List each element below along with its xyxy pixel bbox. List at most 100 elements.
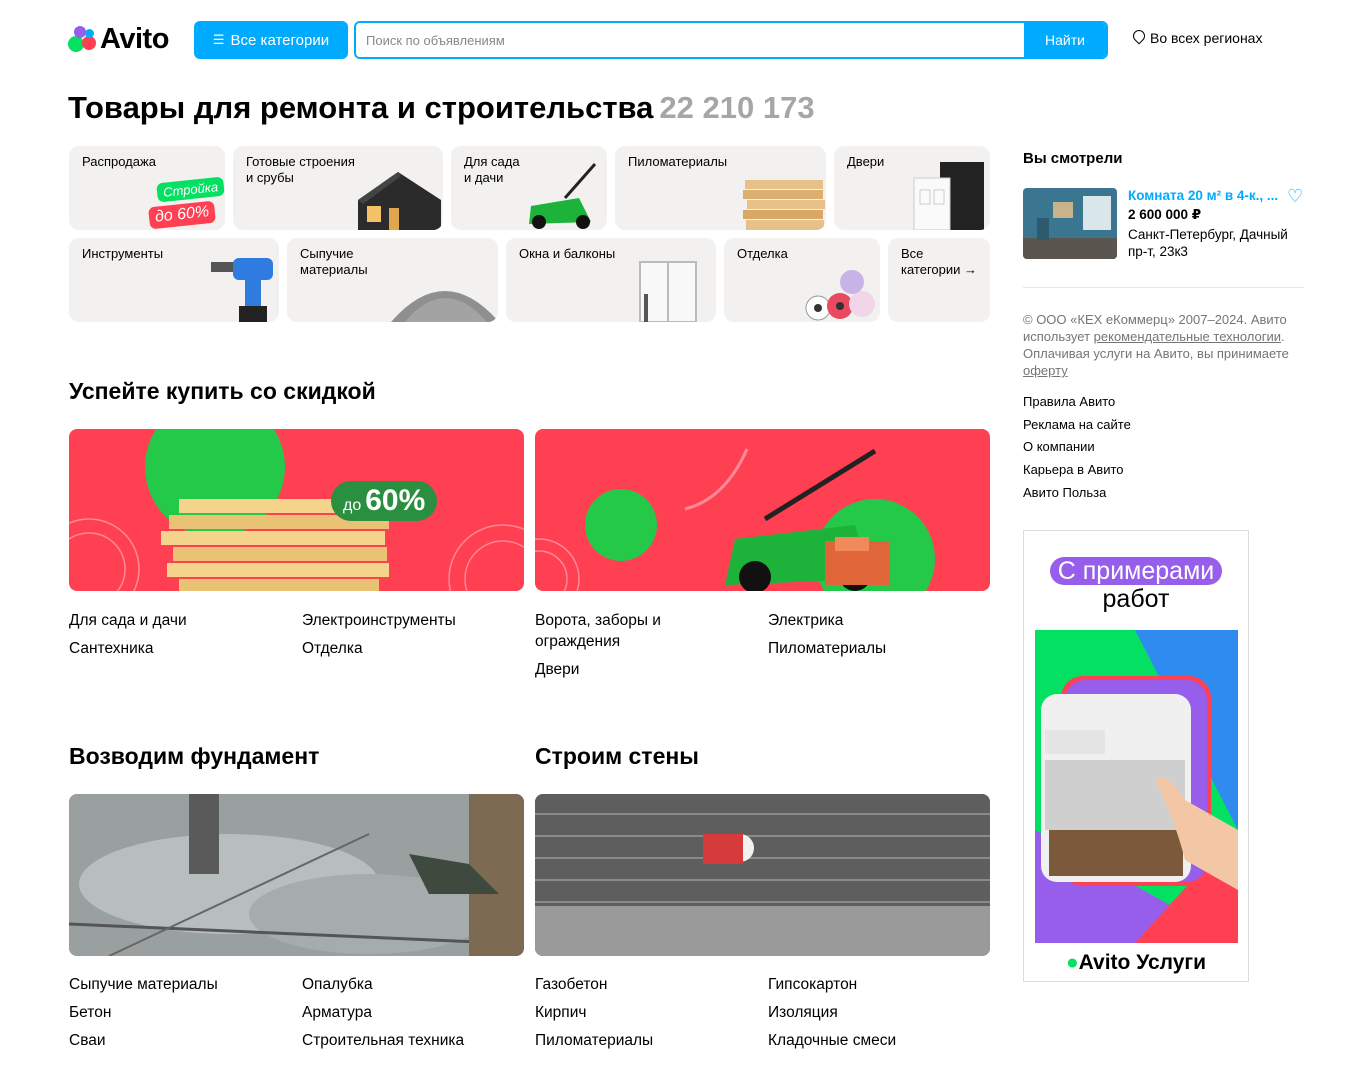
category-link[interactable]: Отделка (302, 638, 522, 659)
footer-link[interactable]: О компании (1023, 436, 1131, 459)
tile-label: Сыпучие материалы (300, 246, 368, 277)
wallpaper-rolls-icon (805, 270, 875, 321)
tile-lumber[interactable]: Пиломатериалы (615, 146, 826, 230)
offer-link[interactable]: оферту (1023, 363, 1068, 378)
sale-left-col2: Электроинструменты Отделка (302, 610, 522, 666)
legal-text: © ООО «КЕХ еКоммерц» 2007–2024. Авито ис… (1023, 311, 1313, 379)
lawnmower-icon (529, 163, 597, 229)
tile-label: Распродажа (82, 154, 156, 169)
all-categories-label: Все категории (230, 31, 330, 49)
ad-headline: С примерами работ (1024, 557, 1248, 613)
listing-count: 22 210 173 (659, 90, 815, 125)
category-link[interactable]: Ворота, заборы и ограждения (535, 610, 745, 652)
foundation-title: Возводим фундамент (69, 743, 320, 769)
category-link[interactable]: Сыпучие материалы (69, 974, 289, 995)
tile-tools[interactable]: Инструменты (69, 238, 279, 322)
tile-doors[interactable]: Двери (834, 146, 990, 230)
category-link[interactable]: Опалубка (302, 974, 522, 995)
category-link[interactable]: Двери (535, 659, 745, 680)
garden-banner-art (535, 448, 935, 591)
sale-badge-green: Стройка (156, 176, 225, 203)
copyright: © ООО «КЕХ еКоммерц» 2007–2024. (1023, 312, 1248, 327)
brick-wall-art (535, 794, 990, 956)
gravel-icon (391, 291, 498, 322)
drill-icon (211, 258, 273, 322)
menu-search-icon: ☰ (212, 32, 225, 47)
search-input[interactable] (356, 23, 1024, 57)
favorite-heart-icon[interactable]: ♡ (1287, 186, 1303, 207)
search-bar: Найти (354, 21, 1108, 59)
walls-photo[interactable] (535, 794, 990, 956)
foundation-col2: Опалубка Арматура Строительная техника (302, 974, 522, 1058)
tile-garden[interactable]: Для сада и дачи (451, 146, 607, 230)
sale-section-title: Успейте купить со скидкой (69, 378, 376, 404)
sale-right-col2: Электрика Пиломатериалы (768, 610, 988, 666)
category-link[interactable]: Кладочные смеси (768, 1030, 988, 1051)
logo-text: Avito (100, 22, 169, 55)
category-link[interactable]: Бетон (69, 1002, 289, 1023)
tile-bulk-materials[interactable]: Сыпучие материалы (287, 238, 498, 322)
all-categories-button[interactable]: ☰ Все категории (194, 21, 348, 59)
tile-label: Отделка (737, 246, 788, 261)
footer-link[interactable]: Реклама на сайте (1023, 414, 1131, 437)
room-photo (1023, 188, 1117, 259)
page-title: Товары для ремонта и строительства 22 210… (68, 90, 815, 126)
category-link[interactable]: Пиломатериалы (768, 638, 988, 659)
walls-col1: Газобетон Кирпич Пиломатериалы (535, 974, 755, 1058)
category-link[interactable]: Изоляция (768, 1002, 988, 1023)
ad-subtitle: работ (1102, 585, 1170, 613)
discount-badge-prefix: до (343, 497, 362, 514)
discount-badge: до 60% (331, 481, 438, 521)
house-icon (358, 172, 441, 230)
logo-dots-icon (68, 24, 98, 54)
ad-image (1035, 630, 1238, 943)
category-link[interactable]: Газобетон (535, 974, 755, 995)
category-link[interactable]: Сантехника (69, 638, 289, 659)
kitchen-tablet-art (1035, 630, 1238, 943)
sale-left-col1: Для сада и дачи Сантехника (69, 610, 289, 666)
category-link[interactable]: Арматура (302, 1002, 522, 1023)
region-selector[interactable]: Во всех регионах (1132, 30, 1262, 46)
category-link[interactable]: Сваи (69, 1030, 289, 1051)
tile-label: Пиломатериалы (628, 154, 728, 169)
tile-label: Двери (847, 154, 885, 169)
tile-all-categories[interactable]: Все категории → (888, 238, 990, 322)
services-ad[interactable]: С примерами работ ●Avito Услуги (1023, 530, 1249, 982)
category-link[interactable]: Пиломатериалы (535, 1030, 755, 1051)
footer-link[interactable]: Авито Польза (1023, 482, 1131, 505)
tile-label: Окна и балконы (519, 246, 616, 261)
viewed-item-image[interactable] (1023, 188, 1117, 259)
category-link[interactable]: Для сада и дачи (69, 610, 289, 631)
category-link[interactable]: Строительная техника (302, 1030, 522, 1051)
tile-label: Готовые строения и срубы (246, 154, 355, 185)
sale-banner-lumber[interactable]: до 60% (69, 429, 524, 591)
viewed-item-address: Санкт-Петербург, Дачный пр-т, 23к3 (1128, 227, 1288, 259)
sale-banner-garden[interactable] (535, 429, 990, 591)
lumber-icon (743, 180, 825, 230)
sidebar-divider (1023, 287, 1304, 288)
category-link[interactable]: Электрика (768, 610, 988, 631)
tile-finishing[interactable]: Отделка (724, 238, 880, 322)
ad-brand-logo-icon: ● (1065, 951, 1079, 974)
lumber-banner-art (69, 429, 524, 591)
tile-windows[interactable]: Окна и балконы (506, 238, 716, 322)
ad-brand: ●Avito Услуги (1024, 951, 1248, 975)
viewed-item-title[interactable]: Комната 20 м² в 4-к., ... (1128, 188, 1278, 203)
tile-sale[interactable]: Распродажа Стройка до 60% (69, 146, 225, 230)
tile-label: Для сада и дачи (464, 154, 520, 185)
avito-logo[interactable]: Avito (68, 22, 169, 56)
foundation-photo[interactable] (69, 794, 524, 956)
category-link[interactable]: Электроинструменты (302, 610, 522, 631)
recommendations-link[interactable]: рекомендательные технологии (1094, 329, 1281, 344)
door-icon (913, 162, 984, 230)
region-label: Во всех регионах (1150, 30, 1263, 46)
footer-link[interactable]: Карьера в Авито (1023, 459, 1131, 482)
tile-ready-buildings[interactable]: Готовые строения и срубы (233, 146, 443, 230)
location-pin-icon (1132, 30, 1144, 46)
search-button[interactable]: Найти (1024, 23, 1106, 57)
page-title-text: Товары для ремонта и строительства (68, 90, 654, 125)
footer-link[interactable]: Правила Авито (1023, 391, 1131, 414)
tile-label: Все категории → (901, 246, 978, 277)
category-link[interactable]: Кирпич (535, 1002, 755, 1023)
category-link[interactable]: Гипсокартон (768, 974, 988, 995)
